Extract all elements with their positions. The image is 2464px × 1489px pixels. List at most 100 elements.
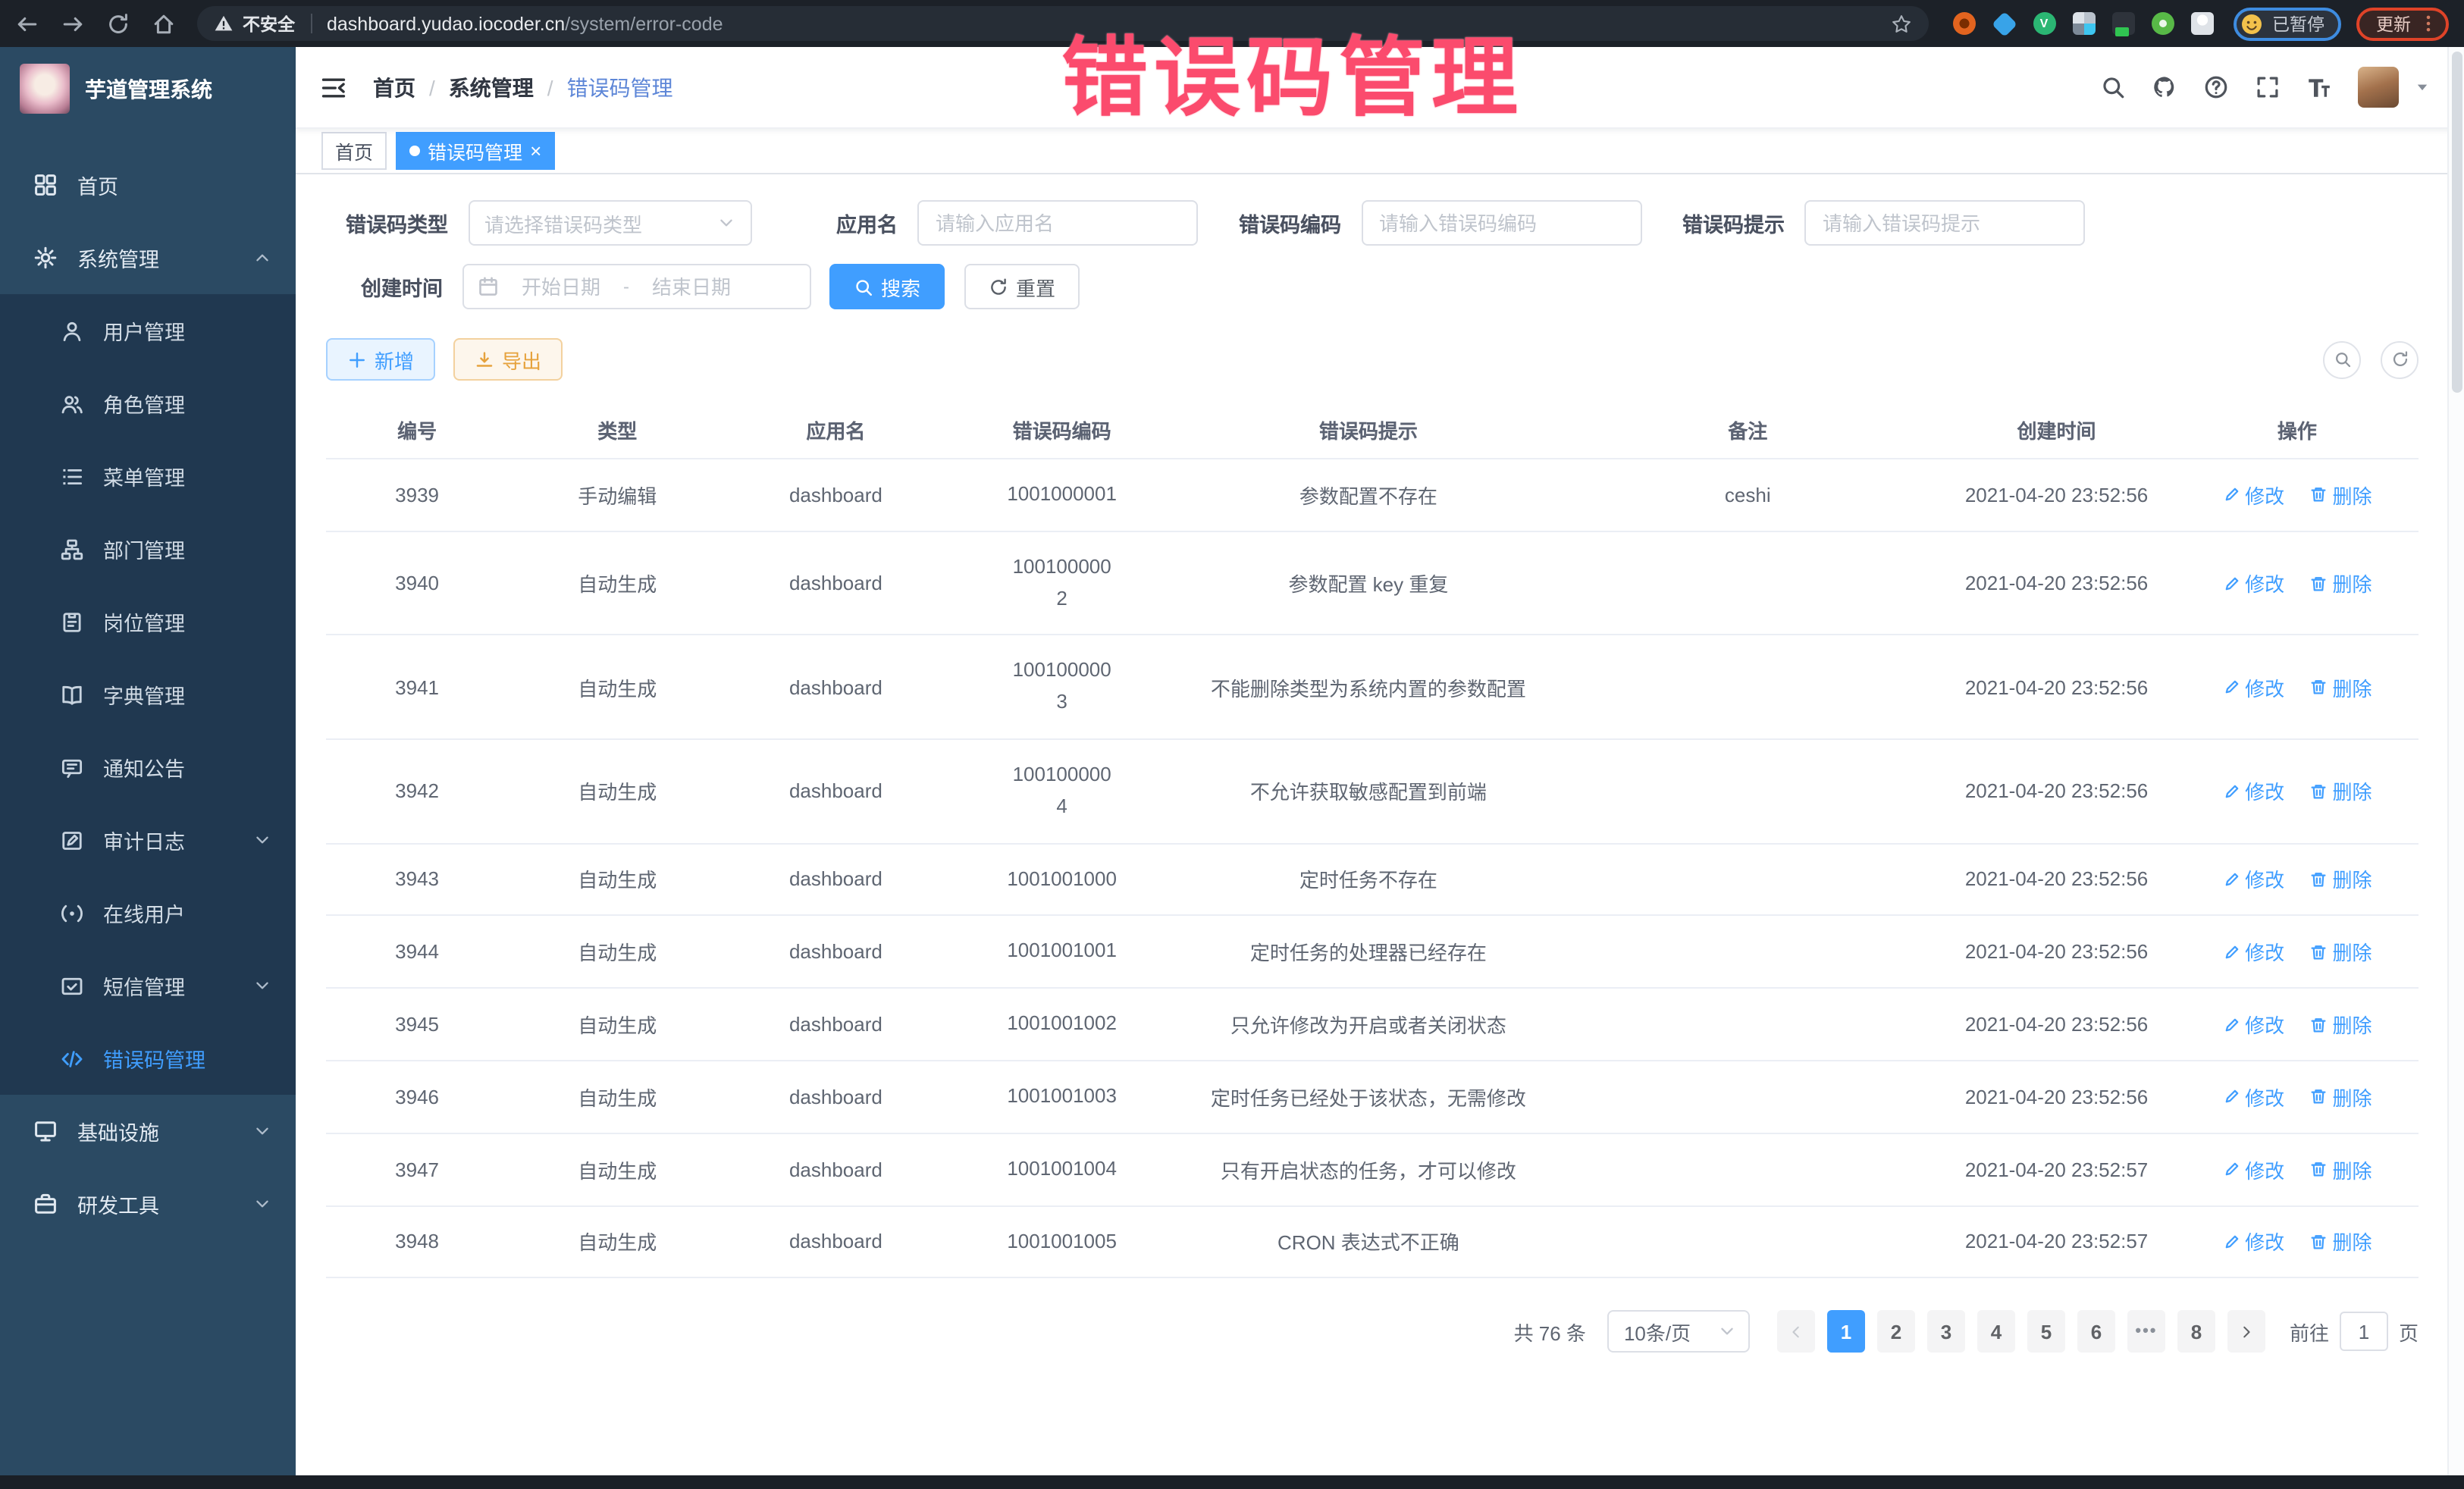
edit-link[interactable]: 修改 <box>2222 481 2284 509</box>
edit-link[interactable]: 修改 <box>2222 569 2284 597</box>
search-icon[interactable] <box>2100 74 2126 100</box>
breadcrumb-system[interactable]: 系统管理 <box>449 72 534 102</box>
sidebar-item-label: 在线用户 <box>103 898 185 928</box>
users-icon <box>61 392 83 415</box>
toggle-search-button[interactable] <box>2323 340 2361 378</box>
cell-code: 1001001002 <box>945 988 1179 1061</box>
edit-link[interactable]: 修改 <box>2222 777 2284 806</box>
sidebar-item[interactable]: 菜单管理 <box>0 440 296 513</box>
sidebar-item[interactable]: 岗位管理 <box>0 585 296 658</box>
page-number-button[interactable]: 5 <box>2027 1311 2065 1353</box>
github-icon[interactable] <box>2152 74 2177 100</box>
edit-link[interactable]: 修改 <box>2222 672 2284 701</box>
sidebar-item[interactable]: 错误码管理 <box>0 1022 296 1095</box>
edit-link[interactable]: 修改 <box>2222 1155 2284 1183</box>
caret-down-icon[interactable] <box>2414 79 2431 96</box>
extension-icon[interactable] <box>2072 12 2095 35</box>
prev-page-button[interactable] <box>1777 1311 1815 1353</box>
app-name-input[interactable] <box>917 200 1198 246</box>
bookmark-star-icon[interactable] <box>1890 13 1911 34</box>
sidebar-item[interactable]: 字典管理 <box>0 658 296 731</box>
user-avatar[interactable] <box>2358 67 2399 108</box>
page-number-button[interactable]: 6 <box>2077 1311 2115 1353</box>
export-button[interactable]: 导出 <box>453 338 563 381</box>
delete-link[interactable]: 删除 <box>2309 481 2372 509</box>
sidebar-item[interactable]: 角色管理 <box>0 367 296 440</box>
page-number-button[interactable]: 4 <box>1977 1311 2015 1353</box>
delete-link[interactable]: 删除 <box>2309 1155 2372 1183</box>
edit-link[interactable]: 修改 <box>2222 938 2284 967</box>
edit-link[interactable]: 修改 <box>2222 1010 2284 1039</box>
page-number-button[interactable]: 3 <box>1927 1311 1965 1353</box>
reset-button[interactable]: 重置 <box>964 264 1080 309</box>
edit-link[interactable]: 修改 <box>2222 865 2284 894</box>
sidebar-item[interactable]: 首页 <box>0 149 296 221</box>
edit-link[interactable]: 修改 <box>2222 1227 2284 1256</box>
scrollbar-thumb[interactable] <box>2452 52 2462 393</box>
tag-tab[interactable]: 错误码管理 × <box>396 132 555 170</box>
sidebar-item[interactable]: 系统管理 <box>0 221 296 294</box>
sidebar-item[interactable]: 研发工具 <box>0 1168 296 1240</box>
refresh-icon <box>2390 350 2409 368</box>
delete-link[interactable]: 删除 <box>2309 1227 2372 1256</box>
sidebar-item-label: 错误码管理 <box>103 1043 205 1074</box>
extension-icon[interactable] <box>1952 12 1975 35</box>
delete-link[interactable]: 删除 <box>2309 672 2372 701</box>
sidebar-collapse-icon[interactable] <box>320 74 347 101</box>
end-date-input[interactable] <box>638 275 745 298</box>
delete-link[interactable]: 删除 <box>2309 1083 2372 1111</box>
fullscreen-icon[interactable] <box>2255 74 2281 100</box>
sidebar-item[interactable]: 在线用户 <box>0 876 296 949</box>
sidebar-item[interactable]: 通知公告 <box>0 731 296 804</box>
sidebar-item[interactable]: 部门管理 <box>0 513 296 585</box>
search-button[interactable]: 搜索 <box>829 264 945 309</box>
page-number-button[interactable]: ••• <box>2127 1311 2165 1353</box>
browser-profile-chip[interactable]: 已暂停 <box>2233 7 2341 40</box>
sidebar-logo-row[interactable]: 芋道管理系统 <box>0 47 296 130</box>
extension-icon[interactable]: V <box>2033 12 2055 35</box>
extension-icon[interactable] <box>2151 12 2174 35</box>
sidebar-item[interactable]: 短信管理 <box>0 949 296 1022</box>
browser-reload-icon[interactable] <box>106 11 130 36</box>
add-button[interactable]: 新增 <box>326 338 435 381</box>
page-size-select[interactable]: 10条/页 <box>1607 1311 1750 1353</box>
delete-link[interactable]: 删除 <box>2309 938 2372 967</box>
security-label: 不安全 <box>243 11 295 36</box>
extension-icon[interactable] <box>1991 11 2017 36</box>
page-number-button[interactable]: 1 <box>1827 1311 1865 1353</box>
page-number-button[interactable]: 2 <box>1877 1311 1915 1353</box>
date-range-picker[interactable]: - <box>462 264 811 309</box>
extensions-puzzle-icon[interactable] <box>2190 12 2213 35</box>
next-page-button[interactable] <box>2227 1311 2265 1353</box>
tag-tab[interactable]: 首页 × <box>321 132 387 170</box>
delete-link[interactable]: 删除 <box>2309 569 2372 597</box>
sidebar-item[interactable]: 用户管理 <box>0 294 296 367</box>
delete-link[interactable]: 删除 <box>2309 865 2372 894</box>
browser-menu-icon[interactable] <box>2419 14 2438 33</box>
refresh-table-button[interactable] <box>2381 340 2419 378</box>
browser-update-button[interactable]: 更新 <box>2356 7 2449 40</box>
start-date-input[interactable] <box>508 275 614 298</box>
delete-link[interactable]: 删除 <box>2309 1010 2372 1039</box>
close-icon[interactable]: × <box>530 141 541 161</box>
delete-label: 删除 <box>2332 672 2372 701</box>
delete-link[interactable]: 删除 <box>2309 777 2372 806</box>
font-size-icon[interactable] <box>2306 74 2332 100</box>
address-bar[interactable]: 不安全 dashboard.yudao.iocoder.cn/system/er… <box>197 6 1928 41</box>
browser-forward-icon[interactable] <box>61 11 85 36</box>
error-type-select[interactable]: 请选择错误码类型 <box>468 200 751 246</box>
breadcrumb-home[interactable]: 首页 <box>373 72 415 102</box>
extension-icon[interactable] <box>2111 12 2134 35</box>
table-header-row: 编号类型应用名错误码编码错误码提示备注创建时间操作 <box>326 400 2419 459</box>
sidebar-item[interactable]: 审计日志 <box>0 804 296 876</box>
browser-home-icon[interactable] <box>152 11 176 36</box>
help-icon[interactable] <box>2203 74 2229 100</box>
error-code-input[interactable] <box>1361 200 1641 246</box>
goto-page-input[interactable] <box>2340 1312 2388 1352</box>
sidebar-item[interactable]: 基础设施 <box>0 1095 296 1168</box>
page-number-button[interactable]: 8 <box>2177 1311 2215 1353</box>
error-hint-input[interactable] <box>1804 200 2085 246</box>
browser-back-icon[interactable] <box>15 11 39 36</box>
edit-link[interactable]: 修改 <box>2222 1083 2284 1111</box>
page-scrollbar[interactable] <box>2447 47 2464 1475</box>
